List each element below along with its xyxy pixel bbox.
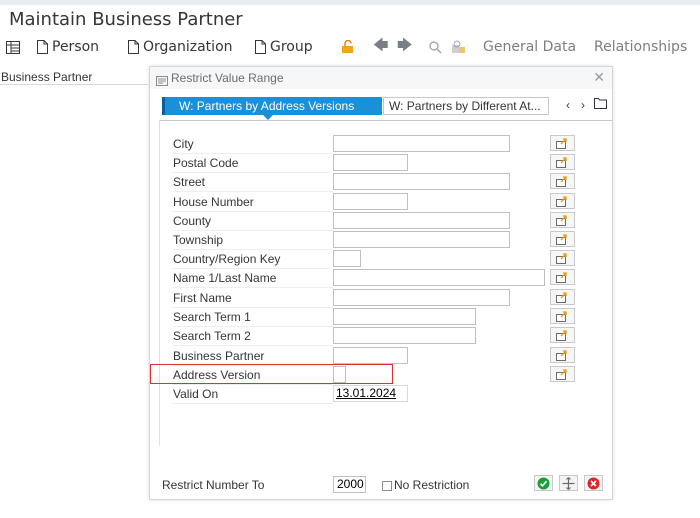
- tab-scroll-left-icon[interactable]: ‹: [566, 98, 570, 112]
- grid-icon[interactable]: [6, 40, 20, 54]
- toolbar: Person Organization Group 🡄 🡆 General Da…: [0, 34, 700, 60]
- organization-button[interactable]: Organization: [128, 39, 233, 55]
- city-multiple-selection-button[interactable]: [550, 135, 575, 151]
- search-term-1-multiple-selection-button[interactable]: [550, 308, 575, 324]
- multiple-selection-icon: [556, 252, 567, 264]
- business-partner-multiple-selection-button[interactable]: [550, 347, 575, 363]
- dialog-icon: [156, 73, 168, 91]
- search-term-1-input[interactable]: [333, 308, 476, 325]
- document-icon: [37, 40, 48, 54]
- city-label: City: [173, 135, 333, 154]
- search-term-2-input[interactable]: [333, 327, 476, 344]
- search-term-2-multiple-selection-button[interactable]: [550, 327, 575, 343]
- township-input[interactable]: [333, 231, 510, 248]
- multiple-selection-icon: [556, 233, 567, 245]
- dialog-title: Restrict Value Range: [171, 71, 284, 85]
- business-partner-input[interactable]: [333, 347, 408, 364]
- no-restriction-label: No Restriction: [394, 478, 470, 492]
- group-label: Group: [270, 39, 313, 55]
- name-1-last-name-input[interactable]: [333, 269, 545, 286]
- multiple-selection-icon: [556, 349, 567, 361]
- postal-code-label: Postal Code: [173, 154, 333, 173]
- sidebar-divider: [0, 84, 148, 85]
- switch-edit-icon[interactable]: [341, 40, 356, 54]
- dialog-header: Restrict Value Range ✕: [150, 67, 612, 89]
- group-button[interactable]: Group: [255, 39, 313, 55]
- name-1-last-name-multiple-selection-button[interactable]: [550, 269, 575, 285]
- relationships-button[interactable]: Relationships: [594, 39, 687, 55]
- country-region-key-multiple-selection-button[interactable]: [550, 250, 575, 266]
- address-version-multiple-selection-button[interactable]: [550, 366, 575, 382]
- restrict-number-to-label: Restrict Number To: [162, 478, 265, 492]
- county-label: County: [173, 212, 333, 231]
- multiple-selection-icon: [556, 137, 567, 149]
- first-name-multiple-selection-button[interactable]: [550, 289, 575, 305]
- move-arrows-icon: [562, 476, 575, 490]
- search-term-1-label: Search Term 1: [173, 308, 333, 327]
- multiple-selection-icon: [556, 291, 567, 303]
- address-version-highlight-box: [150, 364, 393, 384]
- document-icon: [255, 40, 266, 54]
- sidebar-business-partner-label: Business Partner: [1, 70, 93, 84]
- street-label: Street: [173, 173, 333, 192]
- tab-list-icon[interactable]: [594, 97, 607, 112]
- cancel-button[interactable]: [584, 475, 603, 491]
- multiple-selection-icon: [556, 329, 567, 341]
- tab-partners-by-different-attributes[interactable]: W: Partners by Different At...: [383, 97, 549, 115]
- multiple-selection-icon: [556, 175, 567, 187]
- multiple-selection-icon: [556, 214, 567, 226]
- no-restriction-checkbox[interactable]: [382, 481, 392, 491]
- house-number-input[interactable]: [333, 193, 408, 210]
- county-multiple-selection-button[interactable]: [550, 212, 575, 228]
- selection-panel: City Postal Code Street House Number Cou…: [159, 120, 612, 493]
- first-name-input[interactable]: [333, 289, 510, 306]
- multiple-selection-icon: [556, 195, 567, 207]
- township-label: Township: [173, 231, 333, 250]
- general-data-button[interactable]: General Data: [483, 39, 576, 55]
- county-input[interactable]: [333, 212, 510, 229]
- multiple-selection-icon: [556, 156, 567, 168]
- ok-button[interactable]: [534, 475, 553, 491]
- next-arrow-icon[interactable]: 🡆: [397, 35, 413, 60]
- change-history-icon[interactable]: [451, 40, 466, 54]
- postal-code-multiple-selection-button[interactable]: [550, 154, 575, 170]
- street-multiple-selection-button[interactable]: [550, 173, 575, 189]
- previous-arrow-icon[interactable]: 🡄: [373, 35, 389, 60]
- multiple-selection-dialog-button[interactable]: [559, 475, 578, 491]
- person-label: Person: [52, 39, 100, 55]
- street-input[interactable]: [333, 173, 510, 190]
- restrict-value-range-dialog: Restrict Value Range ✕ W: Partners by Ad…: [149, 66, 613, 500]
- where-used-icon[interactable]: [428, 40, 443, 54]
- page-title: Maintain Business Partner: [9, 9, 243, 30]
- restrict-number-to-input[interactable]: 2000: [333, 476, 366, 493]
- search-term-2-label: Search Term 2: [173, 327, 333, 346]
- house-number-label: House Number: [173, 193, 333, 212]
- multiple-selection-icon: [556, 310, 567, 322]
- country-region-key-input[interactable]: [333, 250, 361, 267]
- township-multiple-selection-button[interactable]: [550, 231, 575, 247]
- cancel-icon: [587, 477, 600, 489]
- country-region-key-label: Country/Region Key: [173, 250, 333, 269]
- first-name-label: First Name: [173, 289, 333, 308]
- name-1-last-name-label: Name 1/Last Name: [173, 269, 333, 288]
- close-icon[interactable]: ✕: [593, 69, 605, 86]
- house-number-multiple-selection-button[interactable]: [550, 193, 575, 209]
- document-icon: [128, 40, 139, 54]
- multiple-selection-icon: [556, 271, 567, 283]
- top-strip: [0, 0, 700, 5]
- multiple-selection-icon: [556, 368, 567, 380]
- valid-on-value[interactable]: 13.01.2024: [336, 386, 396, 400]
- tab-partners-by-address-versions[interactable]: W: Partners by Address Versions: [162, 97, 382, 115]
- tab-scroll-right-icon[interactable]: ›: [581, 98, 585, 112]
- checkmark-icon: [537, 477, 550, 489]
- person-button[interactable]: Person: [37, 39, 99, 55]
- city-input[interactable]: [333, 135, 510, 152]
- postal-code-input[interactable]: [333, 154, 408, 171]
- organization-label: Organization: [143, 39, 233, 55]
- valid-on-label: Valid On: [173, 385, 333, 404]
